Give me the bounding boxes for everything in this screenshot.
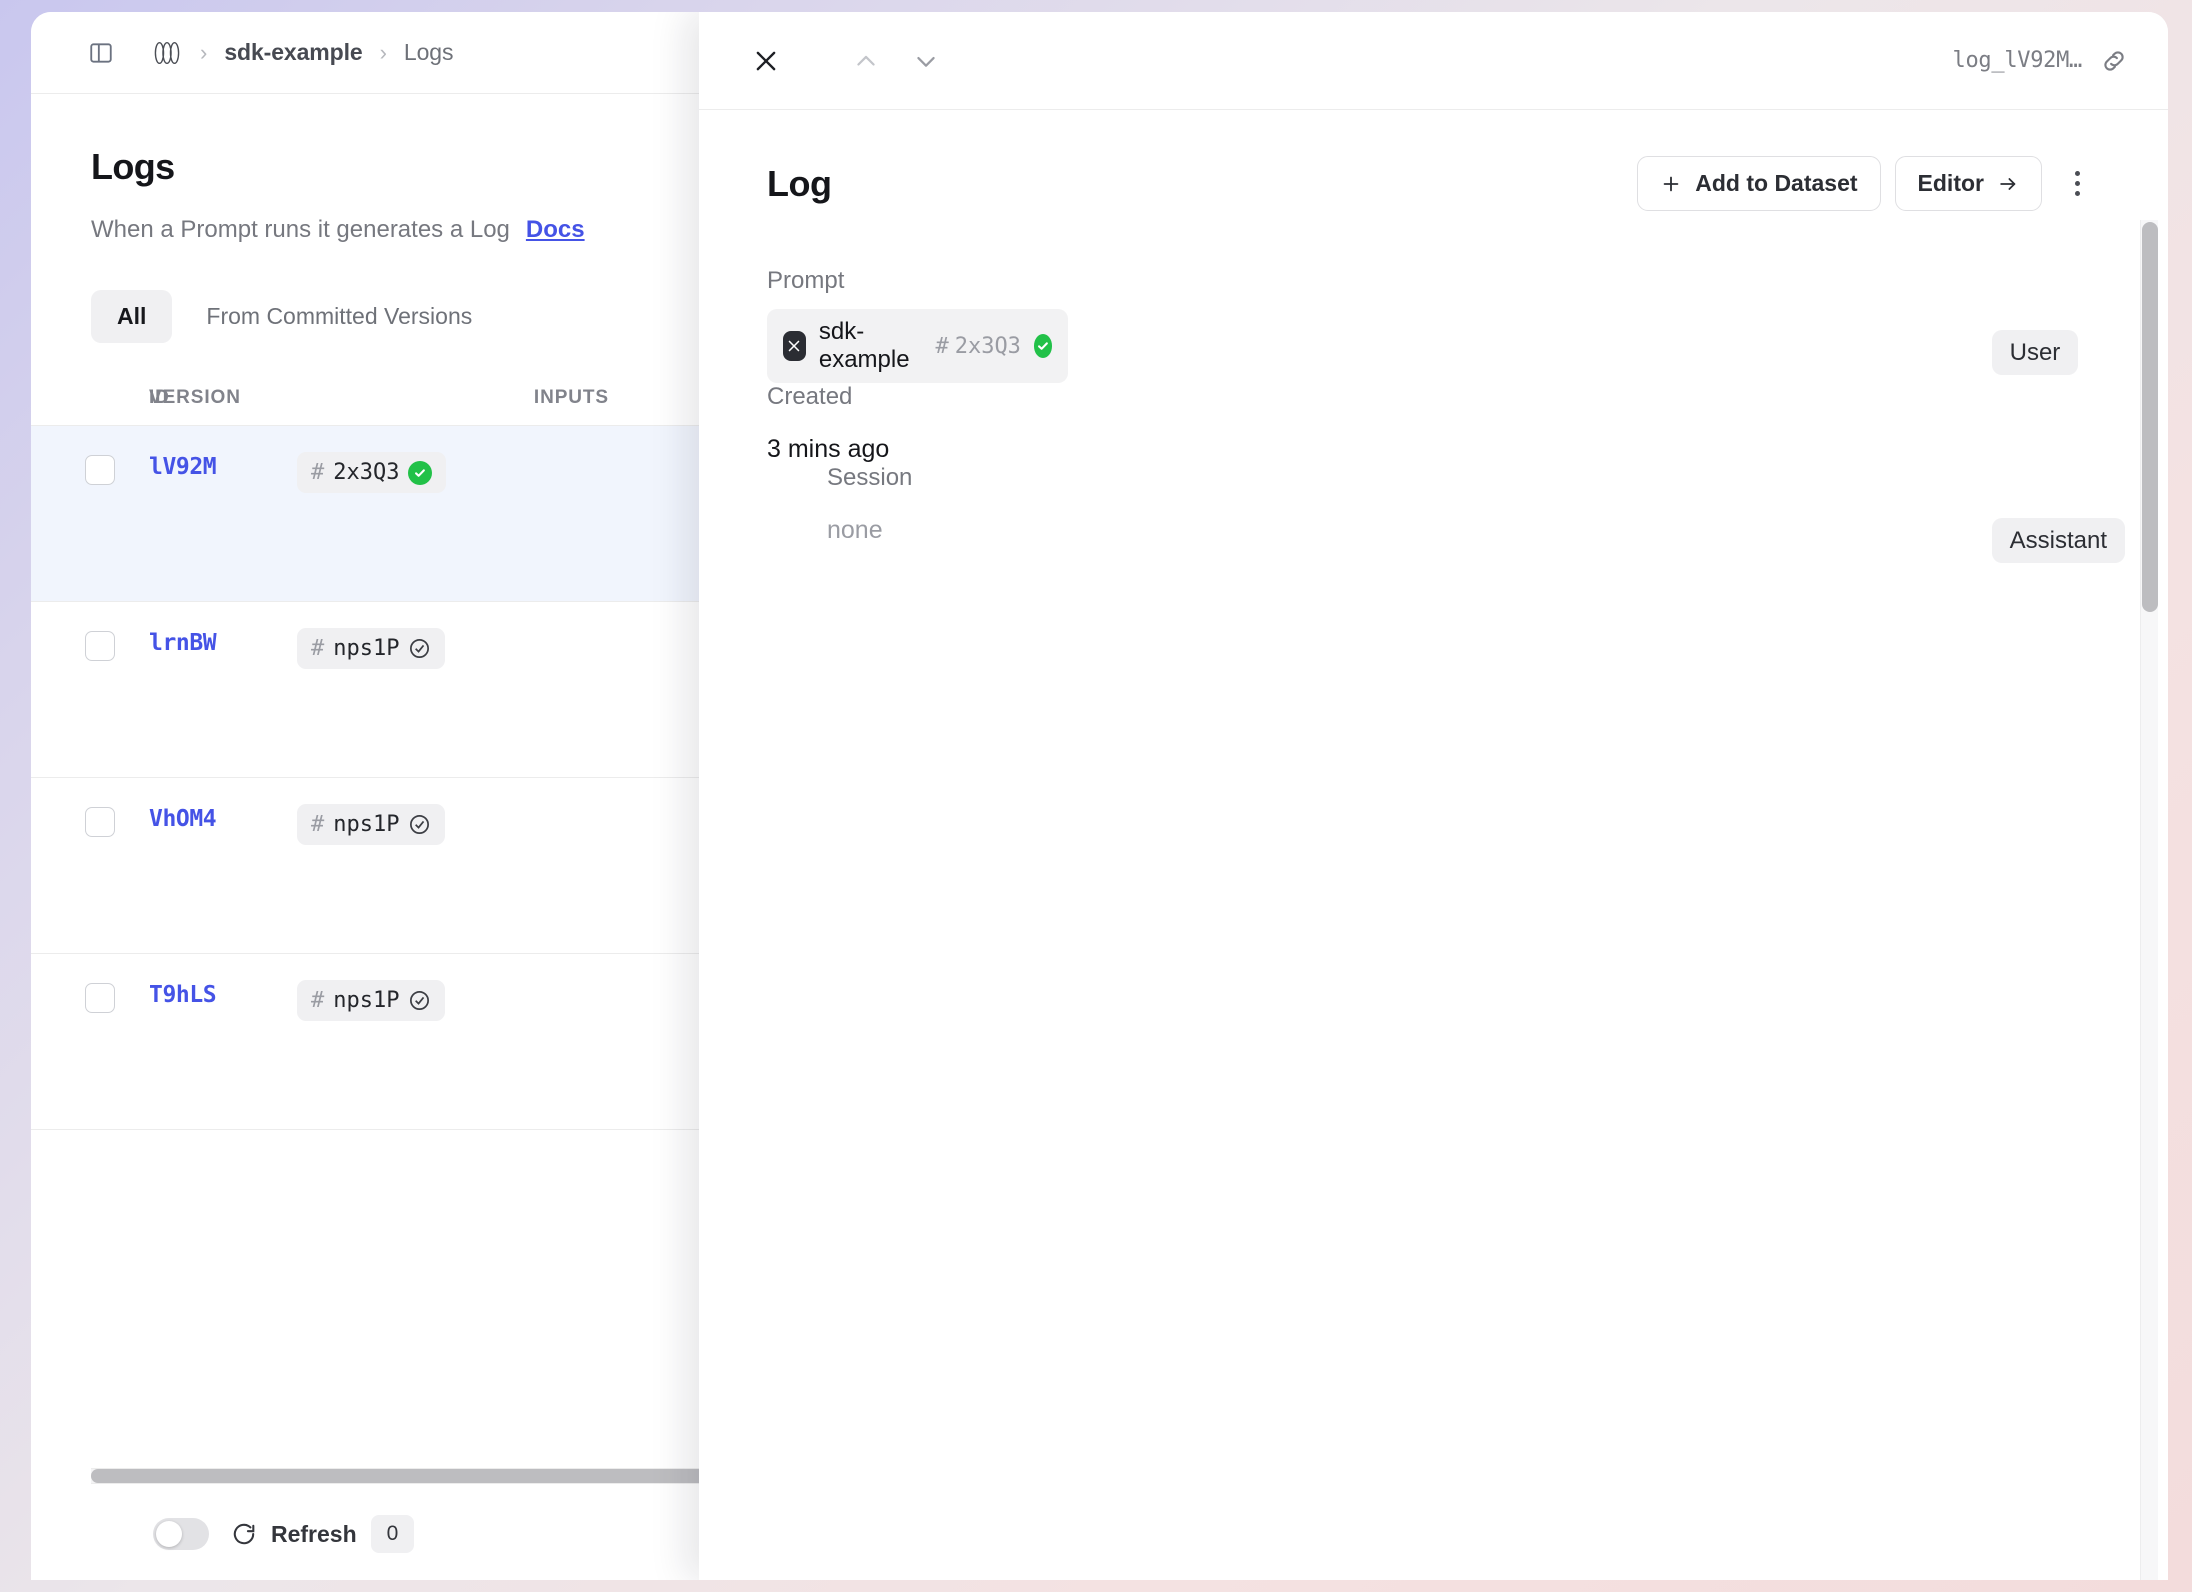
close-icon[interactable] <box>739 34 793 88</box>
drawer-top-bar: log_lV92M… <box>699 12 2168 110</box>
row-checkbox-cell <box>31 980 149 1013</box>
version-chip[interactable]: # 2x3Q3 <box>297 452 446 493</box>
arrow-right-icon <box>1997 173 2019 195</box>
column-header-id: ID <box>31 387 149 409</box>
meta-created: Created 3 mins ago <box>767 383 909 464</box>
version-hash: # <box>311 460 324 485</box>
row-checkbox[interactable] <box>85 631 115 661</box>
docs-link[interactable]: Docs <box>526 216 585 244</box>
row-id-link[interactable]: lV92M <box>149 454 297 480</box>
committed-check-icon <box>408 461 432 485</box>
row-checkbox[interactable] <box>85 983 115 1013</box>
app-window: › sdk-example › Logs Logs When a Prompt … <box>31 12 2168 1580</box>
column-header-inputs: INPUTS <box>429 387 609 409</box>
meta-prompt-label: Prompt <box>767 267 1065 295</box>
log-detail-drawer: log_lV92M… Log Add to Dataset <box>699 12 2168 1580</box>
row-id-link[interactable]: VhOM4 <box>149 806 297 832</box>
humanloop-logo-icon[interactable] <box>151 39 183 67</box>
version-hash: # <box>311 636 324 661</box>
breadcrumb: › sdk-example › Logs <box>151 39 453 67</box>
meta-session-value: none <box>827 516 1065 545</box>
row-version-cell: # 2x3Q3 <box>297 452 577 493</box>
row-checkbox-cell <box>31 804 149 837</box>
version-label: nps1P <box>333 812 399 837</box>
refresh-label: Refresh <box>271 1521 357 1548</box>
editor-button[interactable]: Editor <box>1895 156 2042 211</box>
row-id-link[interactable]: T9hLS <box>149 982 297 1008</box>
version-label: 2x3Q3 <box>333 460 399 485</box>
breadcrumb-item-project[interactable]: sdk-example <box>224 39 362 66</box>
drawer-vertical-scrollbar[interactable] <box>2140 220 2158 1580</box>
chevron-down-icon[interactable] <box>899 34 953 88</box>
meta-prompt: Prompt sdk-example # 2x3Q3 <box>767 267 1065 1580</box>
content-header: Content Show Template <box>1649 327 1972 1580</box>
meta-created-value: 3 mins ago <box>767 435 909 464</box>
prompt-chip-name: sdk-example <box>819 318 923 374</box>
meta-session: Session none <box>827 464 1065 545</box>
prompt-chip-hash: # <box>935 334 948 359</box>
filter-tab-committed[interactable]: From Committed Versions <box>180 290 498 343</box>
log-title-row: Log Add to Dataset Editor <box>747 156 2100 211</box>
version-hash: # <box>311 988 324 1013</box>
row-checkbox-cell <box>31 452 149 485</box>
refresh-group[interactable]: Refresh 0 <box>231 1515 414 1553</box>
drawer-body: Log Add to Dataset Editor <box>699 110 2168 1580</box>
drawer-vertical-scrollbar-thumb[interactable] <box>2142 222 2158 612</box>
drawer-scroll-area: Log Add to Dataset Editor <box>699 110 2168 1580</box>
committed-check-icon <box>1034 334 1052 358</box>
link-icon[interactable] <box>2100 47 2128 75</box>
uncommitted-check-icon <box>408 813 431 836</box>
prompt-chip[interactable]: sdk-example # 2x3Q3 <box>767 309 1068 383</box>
role-badge-user: User <box>1992 330 2079 375</box>
breadcrumb-separator-2: › <box>380 40 387 66</box>
version-chip[interactable]: # nps1P <box>297 804 445 845</box>
breadcrumb-separator: › <box>200 40 207 66</box>
row-version-cell: # nps1P <box>297 804 577 845</box>
add-to-dataset-label: Add to Dataset <box>1695 170 1857 197</box>
chevron-up-icon[interactable] <box>839 34 893 88</box>
version-hash: # <box>311 812 324 837</box>
page-subtitle-text: When a Prompt runs it generates a Log <box>91 216 510 244</box>
row-checkbox[interactable] <box>85 807 115 837</box>
auto-refresh-toggle[interactable] <box>153 1518 209 1550</box>
filter-tab-all[interactable]: All <box>91 290 172 343</box>
version-label: nps1P <box>333 988 399 1013</box>
column-header-version: VERSION <box>149 387 429 409</box>
detail-tabs: Details Performance Prompt Metadata <box>1065 329 1649 1580</box>
uncommitted-check-icon <box>408 989 431 1012</box>
refresh-count-badge: 0 <box>371 1515 415 1553</box>
messages-list: User Write me a poem about artificial in… <box>1972 339 2168 1580</box>
drawer-title: Log <box>767 163 831 205</box>
prompt-app-icon <box>783 331 806 361</box>
version-chip[interactable]: # nps1P <box>297 628 445 669</box>
role-badge-assistant: Assistant <box>1992 518 2125 563</box>
meta-created-label: Created <box>767 383 909 411</box>
row-version-cell: # nps1P <box>297 980 577 1021</box>
panel-toggle-icon[interactable] <box>81 33 121 73</box>
breadcrumb-item-logs[interactable]: Logs <box>404 39 453 66</box>
row-checkbox-cell <box>31 628 149 661</box>
meta-session-label: Session <box>827 464 1065 492</box>
row-id-link[interactable]: lrnBW <box>149 630 297 656</box>
row-checkbox[interactable] <box>85 455 115 485</box>
row-version-cell: # nps1P <box>297 628 577 669</box>
editor-label: Editor <box>1918 170 1984 197</box>
uncommitted-check-icon <box>408 637 431 660</box>
log-id-label: log_lV92M… <box>1953 48 2082 73</box>
refresh-icon <box>231 1521 257 1547</box>
plus-icon <box>1660 173 1682 195</box>
kebab-menu-icon[interactable] <box>2054 161 2100 207</box>
log-meta-row: Prompt sdk-example # 2x3Q3 <box>747 267 2100 1580</box>
add-to-dataset-button[interactable]: Add to Dataset <box>1637 156 1880 211</box>
prompt-chip-version: 2x3Q3 <box>955 334 1021 359</box>
version-label: nps1P <box>333 636 399 661</box>
version-chip[interactable]: # nps1P <box>297 980 445 1021</box>
